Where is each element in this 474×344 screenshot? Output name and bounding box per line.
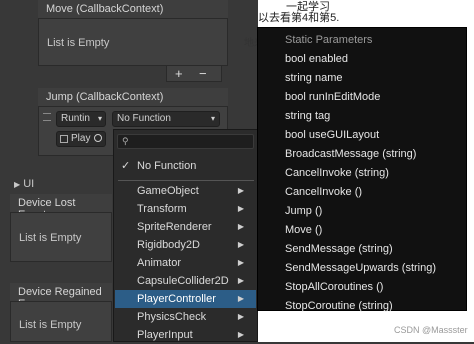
arrow-right-icon: ▶ [237,330,244,339]
function-popup-menu: ⚲ ✓ No Function GameObject ▶ Transform ▶ S… [113,129,258,342]
ui-foldout-label: UI [23,178,35,190]
popup-item-label: Animator [137,257,182,269]
submenu-item[interactable]: string name [285,72,342,84]
submenu-item[interactable]: string tag [285,110,330,122]
document-background: 一起学习 以去看第4和第5. [258,0,474,27]
move-event-list: List is Empty [38,18,228,66]
popup-item-animator[interactable]: Animator ▶ [115,254,256,272]
runtime-label: Runtin [61,113,90,124]
submenu-item[interactable]: bool enabled [285,53,348,65]
submenu-item[interactable]: SendMessageUpwards (string) [285,262,436,274]
device-regained-header: Device Regained E [10,283,112,310]
arrow-right-icon: ▶ [237,240,244,249]
popup-item-gameobject[interactable]: GameObject ▶ [115,182,256,200]
arrow-right-icon: ▶ [237,204,244,213]
popup-item-playerinput[interactable]: PlayerInput ▶ [115,326,256,344]
popup-item-playercontroller[interactable]: PlayerController ▶ [115,290,256,308]
popup-item-label: PlayerController [137,293,216,305]
function-label: No Function [117,113,171,124]
triangle-right-icon: ▶ [14,180,21,189]
arrow-right-icon: ▶ [237,294,244,303]
device-lost-empty-text: List is Empty [19,232,82,244]
chevron-down-icon: ▾ [97,114,102,123]
check-icon: ✓ [121,160,131,172]
ui-foldout[interactable]: ▶ UI [14,178,34,190]
add-button[interactable]: + [175,66,183,81]
submenu-item[interactable]: StopAllCoroutines () [285,281,383,293]
arrow-right-icon: ▶ [237,276,244,285]
device-lost-list: List is Empty [10,212,112,262]
popup-item-transform[interactable]: Transform ▶ [115,200,256,218]
chevron-down-icon: ▾ [210,114,215,123]
submenu-item[interactable]: bool runInEditMode [285,91,380,103]
popup-item-label: GameObject [137,185,199,197]
watermark: CSDN @Massster [394,325,468,335]
move-empty-text: List is Empty [47,37,110,49]
search-icon: ⚲ [122,136,129,146]
submenu-item[interactable]: SendMessage (string) [285,243,393,255]
runtime-dropdown[interactable]: Runtin ▾ [56,111,106,127]
arrow-right-icon: ▶ [237,222,244,231]
popup-item-label: CapsuleCollider2D [137,275,229,287]
arrow-right-icon: ▶ [237,312,244,321]
submenu-item[interactable]: StopCoroutine (string) [285,300,393,312]
popup-item-spriterenderer[interactable]: SpriteRenderer ▶ [115,218,256,236]
popup-item-physicscheck[interactable]: PhysicsCheck ▶ [115,308,256,326]
remove-button[interactable]: − [199,66,207,81]
popup-divider [118,180,254,181]
arrow-right-icon: ▶ [237,258,244,267]
target-object-field[interactable]: Play [56,131,106,147]
popup-search-input[interactable]: ⚲ [117,134,254,149]
arrow-right-icon: ▶ [237,186,244,195]
device-regained-empty-text: List is Empty [19,319,82,331]
device-regained-list: List is Empty [10,301,112,342]
move-add-remove-bar: + − [166,66,222,82]
jump-event-header: Jump (CallbackContext) [38,88,228,106]
popup-item-label: Rigidbody2D [137,239,200,251]
submenu-heading: Static Parameters [285,34,373,46]
cube-icon [60,135,68,143]
popup-item-rigidbody2d[interactable]: Rigidbody2D ▶ [115,236,256,254]
device-lost-header: Device Lost Event [10,194,112,221]
submenu-item-move[interactable]: Move () [285,224,322,236]
submenu-item[interactable]: CancelInvoke (string) [285,167,389,179]
submenu-item-jump[interactable]: Jump () [285,205,322,217]
doc-line-2: 以去看第4和第5. [258,12,340,24]
popup-item-label: Transform [137,203,187,215]
submenu-item[interactable]: BroadcastMessage (string) [285,148,416,160]
popup-item-label: PlayerInput [137,329,193,341]
popup-item-label: No Function [137,160,197,172]
function-dropdown[interactable]: No Function ▾ [112,111,220,127]
move-event-header: Move (CallbackContext) [38,0,228,18]
popup-item-no-function[interactable]: ✓ No Function [115,157,256,175]
popup-item-capsulecollider2d[interactable]: CapsuleCollider2D ▶ [115,272,256,290]
popup-item-label: PhysicsCheck [137,311,207,323]
submenu-item[interactable]: bool useGUILayout [285,129,379,141]
playercontroller-submenu: Static Parameters bool enabled string na… [257,27,467,312]
target-label: Play [71,133,91,144]
drag-handle-icon[interactable] [43,113,51,121]
popup-item-label: SpriteRenderer [137,221,212,233]
submenu-item[interactable]: CancelInvoke () [285,186,362,198]
object-picker-icon[interactable] [94,134,102,142]
